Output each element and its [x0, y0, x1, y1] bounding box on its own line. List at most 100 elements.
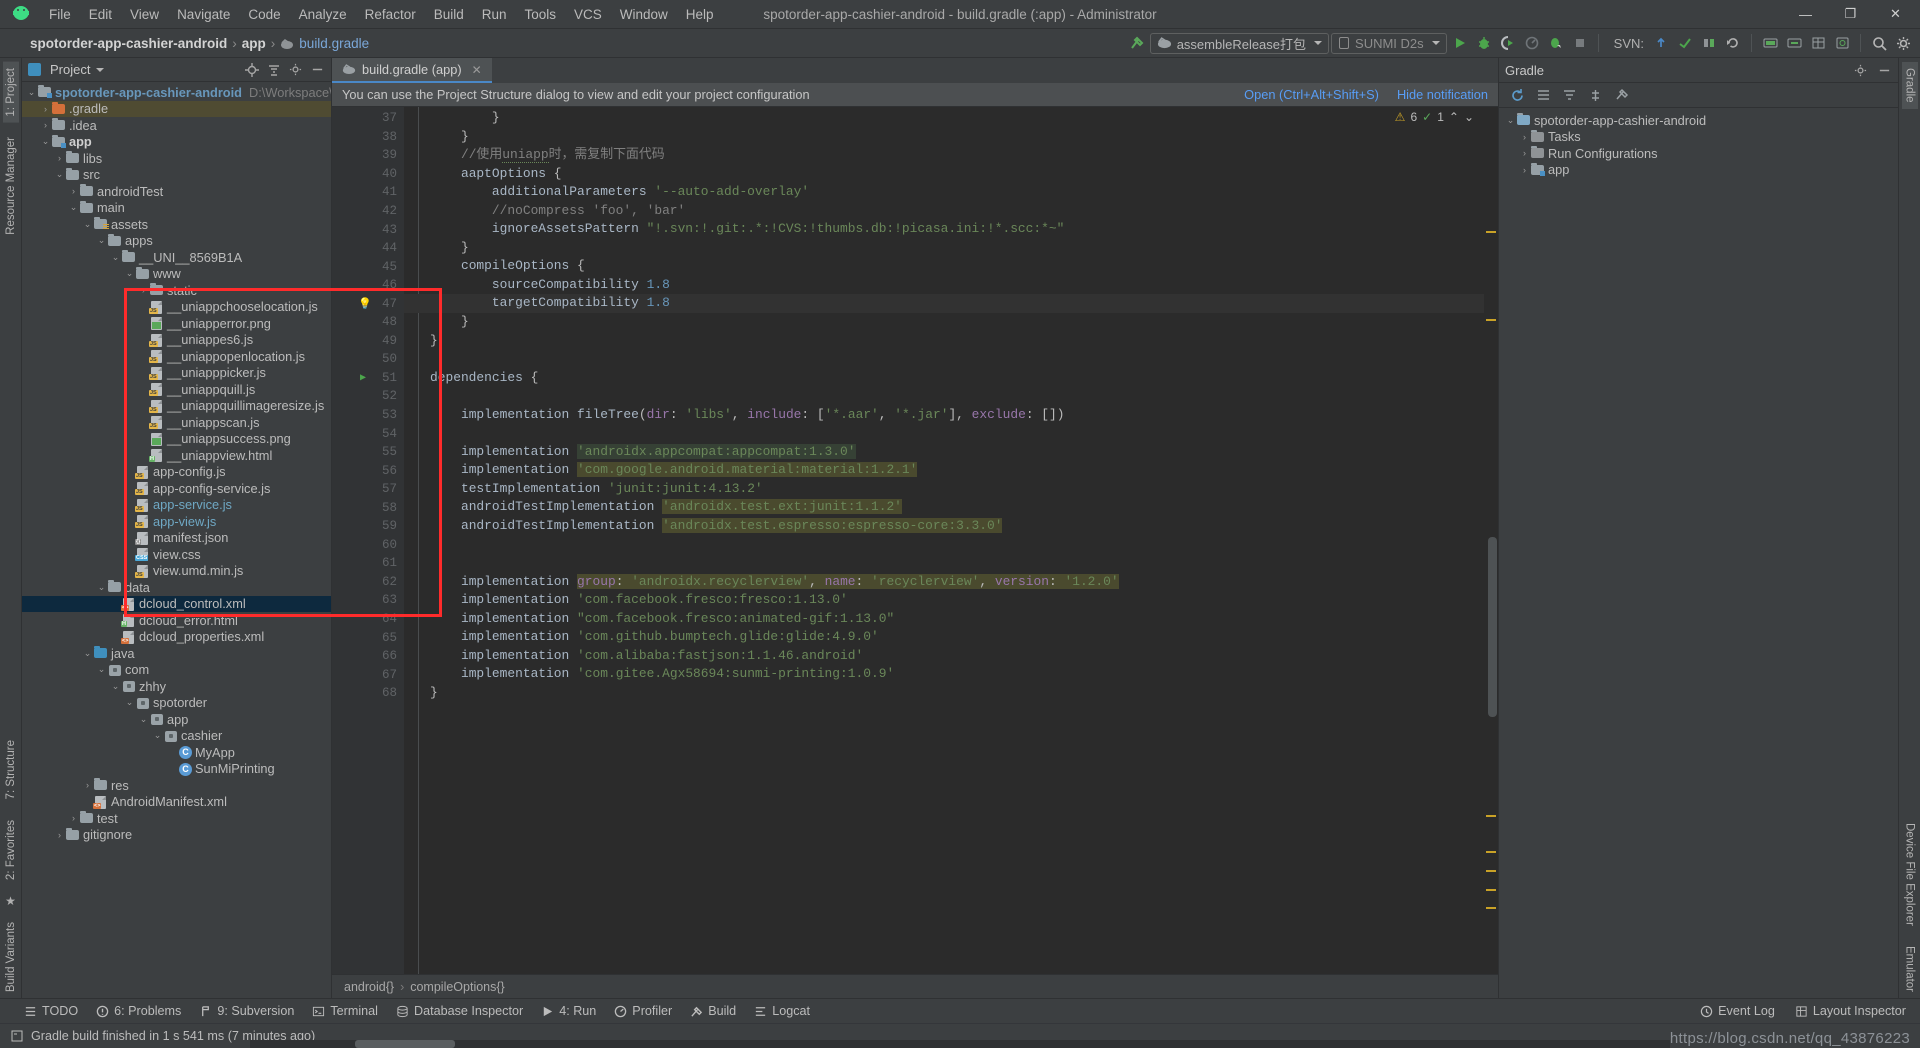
- code-editor[interactable]: −37−3839−40414243−44−4546💡47−48−4950▶−51…: [332, 107, 1498, 974]
- tree-expand-arrow[interactable]: ⌄: [1505, 115, 1516, 126]
- tree-node[interactable]: CSunMiPrinting: [22, 761, 331, 778]
- sidebar-item-resource-manager[interactable]: Resource Manager: [3, 131, 19, 241]
- tree-node[interactable]: ⌄spotorder: [22, 695, 331, 712]
- code-line[interactable]: implementation fileTree(dir: 'libs', inc…: [404, 406, 1484, 425]
- gear-icon[interactable]: [1852, 62, 1868, 78]
- code-line[interactable]: targetCompatibility 1.8: [404, 294, 1484, 313]
- gutter-line[interactable]: 64: [332, 610, 404, 629]
- code-line[interactable]: aaptOptions {: [404, 165, 1484, 184]
- code-line[interactable]: [404, 350, 1484, 369]
- tree-expand-arrow[interactable]: ⌄: [96, 582, 107, 593]
- code-line[interactable]: }: [404, 128, 1484, 147]
- debug-icon[interactable]: [1473, 32, 1495, 54]
- tree-node[interactable]: JS__uniappquill.js: [22, 381, 331, 398]
- gutter-line[interactable]: 42: [332, 202, 404, 221]
- editor-marker-bar[interactable]: [1484, 107, 1498, 974]
- tree-node[interactable]: JSapp-config-service.js: [22, 480, 331, 497]
- code-line[interactable]: //noCompress 'foo', 'bar': [404, 202, 1484, 221]
- menu-edit[interactable]: Edit: [80, 4, 121, 25]
- apply-changes-icon[interactable]: [1545, 32, 1567, 54]
- tree-expand-arrow[interactable]: ⌄: [124, 697, 135, 708]
- execute-task-icon[interactable]: [1613, 87, 1629, 103]
- warning-marker[interactable]: [1486, 870, 1496, 872]
- breadcrumb-project[interactable]: spotorder-app-cashier-android: [30, 36, 227, 51]
- tool-button-terminal[interactable]: Terminal: [312, 1004, 378, 1018]
- tree-node[interactable]: CSSview.css: [22, 546, 331, 563]
- collapse-all-icon[interactable]: [266, 62, 281, 77]
- gutter-line[interactable]: −48: [332, 313, 404, 332]
- tree-node[interactable]: JS__uniappes6.js: [22, 332, 331, 349]
- menu-analyze[interactable]: Analyze: [290, 4, 356, 25]
- gradle-tree-node[interactable]: ⌄spotorder-app-cashier-android: [1499, 112, 1898, 129]
- tree-node[interactable]: JSapp-config.js: [22, 464, 331, 481]
- warning-marker[interactable]: [1486, 319, 1496, 321]
- open-project-structure-link[interactable]: Open (Ctrl+Alt+Shift+S): [1244, 87, 1379, 102]
- gutter-line[interactable]: −45: [332, 257, 404, 276]
- tree-node[interactable]: ⌄java: [22, 645, 331, 662]
- tree-expand-arrow[interactable]: ›: [1519, 165, 1530, 175]
- gutter-line[interactable]: −68: [332, 684, 404, 703]
- tree-expand-arrow[interactable]: ›: [68, 186, 79, 196]
- tree-expand-arrow[interactable]: ⌄: [152, 730, 163, 741]
- tool-button-event-log[interactable]: Event Log: [1700, 1004, 1775, 1018]
- tree-node[interactable]: __uniappsuccess.png: [22, 431, 331, 448]
- chevron-down-icon[interactable]: [96, 68, 104, 72]
- tree-node[interactable]: __uniapperror.png: [22, 315, 331, 332]
- tree-node[interactable]: JS__uniappopenlocation.js: [22, 348, 331, 365]
- svn-revert-icon[interactable]: [1722, 32, 1744, 54]
- collapse-all-icon[interactable]: [1561, 87, 1577, 103]
- code-line[interactable]: implementation 'com.github.bumptech.glid…: [404, 628, 1484, 647]
- gutter-line[interactable]: −40: [332, 165, 404, 184]
- tree-expand-arrow[interactable]: ›: [1519, 132, 1530, 142]
- gutter-line[interactable]: 58: [332, 498, 404, 517]
- gutter-line[interactable]: 46: [332, 276, 404, 295]
- profiler-icon[interactable]: [1521, 32, 1543, 54]
- sidebar-item-gradle[interactable]: Gradle: [1902, 62, 1918, 109]
- minimize-button[interactable]: —: [1783, 0, 1828, 29]
- gutter-line[interactable]: 61: [332, 554, 404, 573]
- gutter-line[interactable]: −49: [332, 332, 404, 351]
- tree-expand-arrow[interactable]: ›: [1519, 148, 1530, 158]
- code-line[interactable]: }: [404, 332, 1484, 351]
- toggle-offline-icon[interactable]: [1587, 87, 1603, 103]
- code-line[interactable]: testImplementation 'junit:junit:4.13.2': [404, 480, 1484, 499]
- gutter-line[interactable]: 54: [332, 424, 404, 443]
- tree-expand-arrow[interactable]: ⌄: [82, 648, 93, 659]
- code-line[interactable]: androidTestImplementation 'androidx.test…: [404, 517, 1484, 536]
- gutter-line[interactable]: 66: [332, 647, 404, 666]
- build-hammer-icon[interactable]: [1126, 32, 1148, 54]
- tree-expand-arrow[interactable]: ⌄: [96, 664, 107, 675]
- tree-expand-arrow[interactable]: ›: [54, 830, 65, 840]
- code-line[interactable]: implementation "com.facebook.fresco:anim…: [404, 610, 1484, 629]
- menu-code[interactable]: Code: [239, 4, 289, 25]
- tool-button-layout-inspector[interactable]: Layout Inspector: [1795, 1004, 1906, 1018]
- tree-node[interactable]: <>AndroidManifest.xml: [22, 794, 331, 811]
- tree-node[interactable]: ›libs: [22, 150, 331, 167]
- tool-button-run[interactable]: 4: Run: [541, 1004, 596, 1018]
- tree-node[interactable]: ⌄spotorder-app-cashier-androidD:\Workspa…: [22, 84, 331, 101]
- code-line[interactable]: }: [404, 684, 1484, 703]
- breadcrumb-file[interactable]: build.gradle: [299, 36, 369, 51]
- tree-node[interactable]: ›static: [22, 282, 331, 299]
- tree-node[interactable]: CMyApp: [22, 744, 331, 761]
- tree-expand-arrow[interactable]: ⌄: [138, 714, 149, 725]
- code-line[interactable]: }: [404, 313, 1484, 332]
- code-line[interactable]: implementation 'androidx.appcompat:appco…: [404, 443, 1484, 462]
- device-file-explorer-icon[interactable]: [1831, 32, 1853, 54]
- warning-marker[interactable]: [1486, 907, 1496, 909]
- tree-expand-arrow[interactable]: ⌄: [54, 169, 65, 180]
- maximize-button[interactable]: ❐: [1828, 0, 1873, 29]
- tool-button-profiler[interactable]: Profiler: [614, 1004, 672, 1018]
- code-line[interactable]: implementation group: 'androidx.recycler…: [404, 573, 1484, 592]
- gutter-line[interactable]: −38: [332, 128, 404, 147]
- tool-button-subversion[interactable]: 9: Subversion: [199, 1004, 294, 1018]
- code-line[interactable]: implementation 'com.gitee.Agx58694:sunmi…: [404, 665, 1484, 684]
- tree-node[interactable]: JSview.umd.min.js: [22, 563, 331, 580]
- tree-node[interactable]: JSapp-view.js: [22, 513, 331, 530]
- code-line[interactable]: sourceCompatibility 1.8: [404, 276, 1484, 295]
- tree-expand-arrow[interactable]: ›: [54, 153, 65, 163]
- next-problem-icon[interactable]: ⌄: [1464, 110, 1474, 124]
- code-line[interactable]: implementation 'com.facebook.fresco:fres…: [404, 591, 1484, 610]
- menu-window[interactable]: Window: [611, 4, 677, 25]
- code-line[interactable]: ignoreAssetsPattern "!.svn:!.git:.*:!CVS…: [404, 220, 1484, 239]
